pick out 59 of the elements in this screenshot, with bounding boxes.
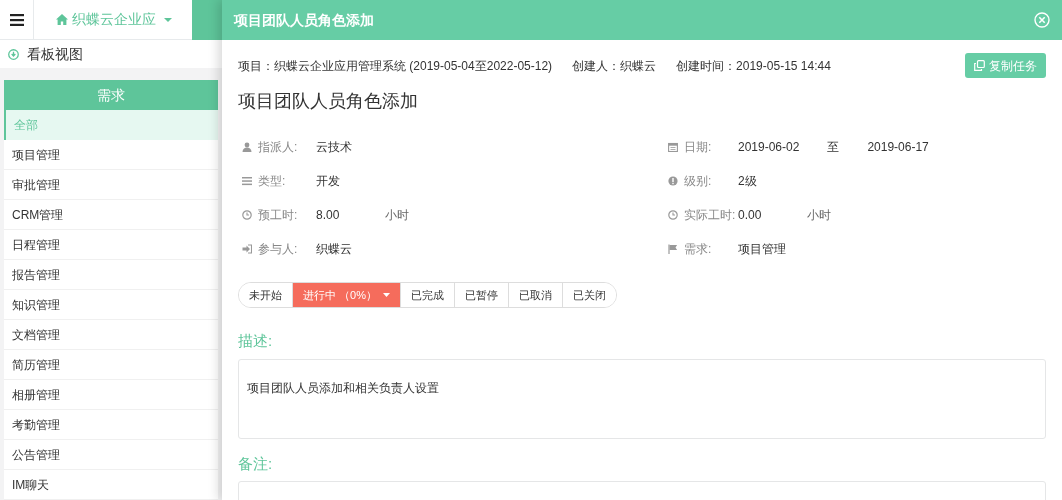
field-label: 指派人: — [258, 139, 299, 156]
copy-icon — [974, 60, 985, 71]
sidebar-item[interactable]: 报告管理 — [4, 260, 218, 290]
close-icon[interactable] — [1034, 12, 1050, 28]
caret-icon — [164, 17, 172, 22]
calendar-icon — [668, 142, 678, 152]
sidebar-header: 需求 — [4, 80, 218, 110]
user-icon — [242, 142, 252, 152]
sign-in-icon — [242, 244, 252, 254]
sidebar-item[interactable]: IM聊天 — [4, 470, 218, 500]
field-value: 8.00 — [316, 207, 340, 224]
field-value: 至 — [827, 139, 840, 156]
meta-text: 项目：织蝶云企业应用管理系统 (2019-05-04至2022-05-12) — [238, 57, 553, 75]
section-label: 描述: — [238, 331, 274, 351]
field-label: 预工时: — [258, 207, 299, 224]
field-value: 织蝶云 — [316, 241, 352, 258]
clock-icon — [242, 210, 252, 220]
download-circle-icon — [8, 48, 19, 60]
meta-text: 创建时间：2019-05-15 14:44 — [676, 57, 831, 75]
field-value: 2级 — [738, 173, 757, 190]
sidebar-item[interactable]: 知识管理 — [4, 290, 218, 320]
sidebar-item[interactable]: 文档管理 — [4, 320, 218, 350]
view-title: 看板视图 — [27, 44, 83, 64]
field-value: 开发 — [316, 173, 340, 190]
sidebar-item[interactable]: CRM管理 — [4, 200, 218, 230]
field-label: 实际工时: — [684, 207, 737, 224]
task-title: 项目团队人员角色添加 — [238, 90, 419, 113]
sidebar-item[interactable]: 公告管理 — [4, 440, 218, 470]
field-value: 项目管理 — [738, 241, 786, 258]
nav-tab[interactable] — [192, 0, 222, 40]
caret-icon — [382, 293, 390, 297]
sidebar-item[interactable]: 日程管理 — [4, 230, 218, 260]
alert-icon — [668, 176, 678, 186]
field-label: 类型: — [258, 173, 287, 190]
sidebar-item[interactable]: 相册管理 — [4, 380, 218, 410]
field-label: 需求: — [684, 241, 713, 258]
field-value: 0.00 — [738, 207, 762, 224]
field-label: 参与人: — [258, 241, 299, 258]
field-value: 2019-06-17 — [867, 139, 929, 156]
clock-icon — [668, 210, 678, 220]
section-label: 备注: — [238, 453, 274, 474]
description-text: 项目团队人员添加和相关负责人设置 — [247, 380, 439, 395]
modal-title: 项目团队人员角色添加 — [234, 10, 374, 30]
status-button[interactable]: 已关闭 — [561, 283, 616, 307]
menu-icon[interactable] — [9, 13, 24, 26]
field-value: 小时 — [807, 207, 832, 224]
sidebar-item[interactable]: 考勤管理 — [4, 410, 218, 440]
field-value: 云技术 — [316, 139, 352, 156]
flag-icon — [668, 244, 678, 254]
field-value: 小时 — [385, 207, 410, 224]
sidebar-item[interactable]: 简历管理 — [4, 350, 218, 380]
meta-text: 创建人：织蝶云 — [572, 57, 657, 75]
field-value: 2019-06-02 — [738, 139, 800, 156]
list-icon — [242, 176, 252, 186]
sidebar-item[interactable]: 审批管理 — [4, 170, 218, 200]
sidebar-item[interactable]: 项目管理 — [4, 140, 218, 170]
field-label: 级别: — [684, 173, 713, 190]
home-icon — [56, 14, 68, 25]
field-label: 日期: — [684, 139, 713, 156]
